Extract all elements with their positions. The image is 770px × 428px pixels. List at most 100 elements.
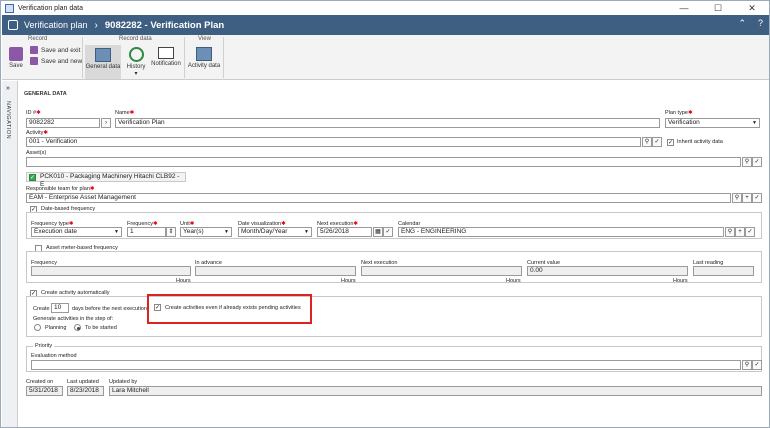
next-id-icon[interactable]: ›: [101, 118, 111, 128]
to-be-started-radio[interactable]: [74, 324, 81, 331]
save-exit-icon: [30, 46, 38, 54]
m-in-advance-field: [195, 266, 356, 276]
envelope-icon: [158, 47, 174, 59]
unit-select[interactable]: Year(s) ▼: [180, 227, 232, 237]
planning-label: Planning: [45, 325, 67, 331]
create-days-suffix: days before the next execution: [72, 306, 147, 312]
clear-icon[interactable]: ✓: [752, 157, 762, 167]
maximize-icon[interactable]: ☐: [701, 1, 735, 15]
id-label: ID #✱: [26, 110, 41, 116]
form-area: GENERAL DATA ID #✱ 9082282 › Name✱ Verif…: [21, 85, 767, 425]
group-record-title: Record: [28, 36, 48, 42]
collapse-up-icon[interactable]: ⌃: [738, 18, 746, 29]
planning-radio[interactable]: [34, 324, 41, 331]
search-icon[interactable]: ⚲: [725, 227, 735, 237]
next-exec-field[interactable]: 5/26/2018: [317, 227, 372, 237]
activity-data-icon: [196, 47, 212, 61]
minimize-icon[interactable]: —: [667, 1, 701, 15]
history-button[interactable]: History ▾: [124, 47, 148, 77]
clear-icon[interactable]: ✓: [745, 227, 755, 237]
clear-icon[interactable]: ✓: [383, 227, 393, 237]
chevron-right-icon: ›: [94, 19, 98, 31]
clear-icon[interactable]: ✓: [752, 193, 762, 203]
activity-label: Activity✱: [26, 130, 49, 136]
edit-record-icon: [8, 20, 18, 30]
dropdown-arrow-icon: ▼: [752, 120, 757, 126]
group-record-data-title: Record data: [119, 36, 152, 42]
name-field[interactable]: Verification Plan: [115, 118, 660, 128]
create-auto-group: [26, 296, 762, 337]
activity-field[interactable]: 001 - Verification: [26, 137, 641, 147]
clear-icon[interactable]: ✓: [652, 137, 662, 147]
plan-type-label: Plan type✱: [665, 110, 693, 116]
dropdown-arrow-icon: ▼: [224, 229, 229, 235]
last-updated-field: 8/23/2018: [67, 386, 104, 396]
title-bar: Verification plan data — ☐ ✕: [1, 1, 769, 15]
notification-button[interactable]: Notification: [150, 47, 182, 67]
updated-by-field: Lara Mitchell: [109, 386, 762, 396]
team-label: Responsible team for plan✱: [26, 186, 95, 192]
stepper-icon[interactable]: ⇕: [166, 227, 176, 237]
app-icon: [5, 3, 14, 13]
save-icon: [9, 47, 23, 61]
create-days-field[interactable]: 10: [51, 303, 69, 313]
search-icon[interactable]: ⚲: [642, 137, 652, 147]
inherit-activity-label: Inherit activity data: [677, 139, 723, 145]
general-data-button[interactable]: General data: [85, 45, 121, 79]
save-button[interactable]: Save: [6, 47, 26, 69]
team-field[interactable]: EAM - Enterprise Asset Management: [26, 193, 731, 203]
created-on-field: 5/31/2018: [26, 386, 63, 396]
add-icon[interactable]: +: [735, 227, 745, 237]
freq-type-select[interactable]: Execution date ▼: [31, 227, 122, 237]
group-divider: [223, 37, 224, 78]
assets-field[interactable]: [26, 157, 741, 167]
expand-icon[interactable]: »: [6, 85, 10, 92]
add-icon[interactable]: +: [742, 193, 752, 203]
create-even-checkbox[interactable]: ✓: [154, 304, 161, 311]
search-icon[interactable]: ⚲: [732, 193, 742, 203]
group-divider: [184, 37, 185, 78]
close-icon[interactable]: ✕: [735, 1, 769, 15]
general-data-icon: [95, 48, 111, 62]
assets-label: Asset(s): [26, 150, 47, 156]
date-vis-select[interactable]: Month/Day/Year ▼: [238, 227, 312, 237]
navigation-panel[interactable]: » NAVIGATION: [2, 81, 18, 427]
plan-type-select[interactable]: Verification ▼: [665, 118, 760, 128]
record-title: 9082282 - Verification Plan: [104, 19, 225, 31]
search-icon[interactable]: ⚲: [742, 157, 752, 167]
clear-icon[interactable]: ✓: [752, 360, 762, 370]
m-last-reading-field: [693, 266, 754, 276]
asset-checkbox[interactable]: ✓: [29, 174, 36, 181]
hours-label: Hours: [341, 278, 356, 284]
ribbon-toolbar: Record Save Save and exit Save and new R…: [2, 35, 769, 80]
group-view-title: View: [198, 36, 211, 42]
hours-label: Hours: [673, 278, 688, 284]
asset-chip[interactable]: ✓ PCK010 - Packaging Machinery Hitachi C…: [26, 172, 186, 188]
inherit-activity-checkbox[interactable]: ✓: [667, 139, 674, 146]
record-header: Verification plan › 9082282 - Verificati…: [2, 15, 769, 35]
calendar-icon[interactable]: ▦: [373, 227, 383, 237]
created-on-label: Created on: [26, 379, 54, 385]
frequency-field[interactable]: 1: [127, 227, 166, 237]
activity-data-button[interactable]: Activity data: [187, 47, 221, 69]
hours-label: Hours: [176, 278, 191, 284]
breadcrumb[interactable]: Verification plan: [24, 20, 88, 30]
eval-method-field[interactable]: [31, 360, 741, 370]
id-field[interactable]: 9082282: [26, 118, 100, 128]
priority-label: Priority: [33, 343, 55, 349]
save-and-exit-button[interactable]: Save and exit: [30, 46, 80, 54]
search-icon[interactable]: ⚲: [742, 360, 752, 370]
m-next-exec-field: [361, 266, 522, 276]
save-and-new-button[interactable]: Save and new: [30, 57, 82, 65]
updated-by-label: Updated by: [109, 379, 138, 385]
generate-label: Generate activities in the step of:: [33, 316, 114, 322]
chevron-down-icon: ▾: [134, 71, 138, 77]
save-new-icon: [30, 57, 38, 65]
help-icon[interactable]: ?: [758, 18, 763, 29]
app-window: Verification plan data — ☐ ✕ Verificatio…: [0, 0, 770, 428]
section-title: GENERAL DATA: [24, 91, 67, 97]
window-title: Verification plan data: [18, 4, 83, 12]
calendar-field[interactable]: ENG - ENGINEERING: [398, 227, 724, 237]
name-label: Name✱: [115, 110, 135, 116]
last-updated-label: Last updated: [67, 379, 99, 385]
